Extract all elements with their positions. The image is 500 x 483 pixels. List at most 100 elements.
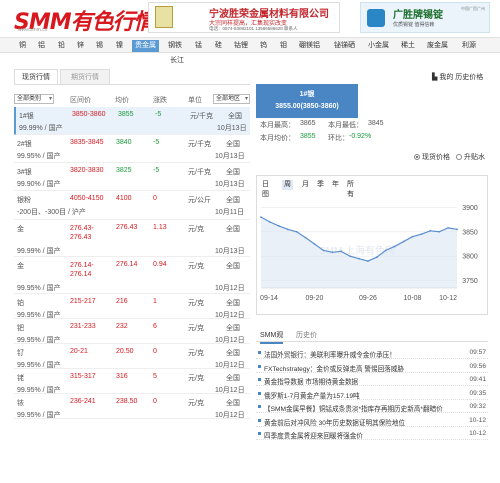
nav-item[interactable]: 镍 bbox=[116, 40, 123, 52]
table-row[interactable]: 1#银 3850-3860 3855 -5 元/千克 全国 99.99% / 国产 10月13… bbox=[14, 107, 250, 135]
nav-item[interactable]: 钴锂 bbox=[234, 40, 248, 52]
nav-item[interactable]: 锰 bbox=[195, 40, 202, 52]
data-point[interactable] bbox=[340, 250, 343, 253]
nav-item[interactable]: 稀土 bbox=[401, 40, 415, 52]
news-item[interactable]: 四季度贵金属将迎来回暖将强金价 10-12 bbox=[256, 427, 488, 440]
news-title[interactable]: 四季度贵金属将迎来回暖将强金价 bbox=[264, 430, 450, 440]
data-point[interactable] bbox=[367, 260, 369, 263]
period-all[interactable]: 所有 bbox=[345, 180, 356, 198]
table-row[interactable]: 钌 20-21 20.50 0 元/克 全国 99.95% / 国产 10月12日 bbox=[14, 344, 250, 369]
data-point[interactable] bbox=[313, 243, 316, 245]
nav-item[interactable]: 铜 bbox=[19, 40, 26, 52]
data-point[interactable] bbox=[429, 229, 432, 232]
data-point[interactable] bbox=[295, 230, 298, 233]
data-point[interactable] bbox=[384, 249, 387, 252]
bullet-icon bbox=[258, 351, 261, 354]
news-title[interactable]: 黄金指导数据 市场期待黄金数据 bbox=[264, 376, 450, 386]
data-point[interactable] bbox=[420, 233, 423, 236]
data-point[interactable] bbox=[456, 228, 458, 231]
data-point[interactable] bbox=[447, 226, 449, 229]
news-item[interactable]: 黄金指导数据 市场期待黄金数据 09:41 bbox=[256, 373, 488, 386]
nav-item[interactable]: 锡 bbox=[96, 40, 103, 52]
region-select[interactable]: 全部地区 bbox=[213, 94, 250, 104]
news-title[interactable]: 法国外贸银行：美联利率曝升威令金价承压！ bbox=[264, 349, 450, 359]
table-row[interactable]: 银粉 4050-4150 4100 0 元/公斤 全国 -200目、-300目 / 沪产 10… bbox=[14, 191, 250, 220]
period-quarter[interactable]: 季 bbox=[315, 180, 326, 190]
data-point[interactable] bbox=[358, 257, 360, 260]
table-header: 全部类别 区间价 均价 涨跌 单位 全部地区 bbox=[14, 92, 250, 106]
x-tick-label: 09-20 bbox=[306, 295, 324, 302]
news-item[interactable]: 黄金前后对冲风险 30年历史数据证明其保险地位 10-12 bbox=[256, 414, 488, 427]
news-title[interactable]: FXTechstrategy：金价或反弹走高 警惕回落威胁 bbox=[264, 363, 450, 373]
nav-item[interactable]: 利源 bbox=[462, 40, 476, 52]
table-row[interactable]: 铑 315-317 316 5 元/克 全国 99.95% / 国产 10月12日 bbox=[14, 369, 250, 394]
news-item[interactable]: FXTechstrategy：金价或反弹走高 警惕回落威胁 09:56 bbox=[256, 360, 488, 373]
table-row[interactable]: 铱 236-241 238.50 0 元/克 全国 99.95% / 国产 10月12日 bbox=[14, 394, 250, 419]
nav-item[interactable]: 钨 bbox=[260, 40, 267, 52]
data-point[interactable] bbox=[260, 216, 262, 219]
radio-premium[interactable]: 升贴水 bbox=[456, 152, 485, 162]
table-row[interactable]: 2#银 3835-3845 3840 -5 元/千克 全国 99.95% / 国产 10月13… bbox=[14, 135, 250, 163]
period-week[interactable]: 周 bbox=[282, 180, 293, 190]
history-price-link[interactable]: ▙ 我的 历史价格 bbox=[432, 72, 483, 82]
data-point[interactable] bbox=[322, 249, 325, 252]
data-point[interactable] bbox=[375, 256, 378, 259]
period-month[interactable]: 月 bbox=[300, 180, 311, 190]
tab-spot[interactable]: 现货行情 bbox=[14, 69, 58, 85]
nav-item-active[interactable]: 贵金属 bbox=[132, 40, 159, 52]
period-year[interactable]: 年 bbox=[330, 180, 341, 190]
mom-label: 环比： bbox=[328, 135, 349, 142]
nav-item[interactable]: 铅 bbox=[58, 40, 65, 52]
price-range: 4050-4150 bbox=[70, 195, 104, 202]
news-title[interactable]: 俄罗斯1-7月黄金产量为157.19吨 bbox=[264, 390, 450, 400]
data-point[interactable] bbox=[331, 251, 334, 254]
data-point[interactable] bbox=[411, 235, 414, 238]
category-select[interactable]: 全部类别 bbox=[14, 94, 54, 104]
unit: 元/克 bbox=[188, 226, 204, 233]
banner-ad-guangsheng[interactable]: 广胜牌锡锭 优质锡锭 值得信赖 中国广西广州 bbox=[360, 2, 490, 33]
data-point[interactable] bbox=[402, 240, 405, 243]
data-point[interactable] bbox=[286, 228, 289, 231]
nav-item[interactable]: 钢铁 bbox=[168, 40, 182, 52]
radio-label: 升贴水 bbox=[464, 154, 485, 161]
nav-item[interactable]: 铋锑硒 bbox=[334, 40, 355, 52]
news-item[interactable]: 【SMM金属早餐】铜锰成条贵淡*指库存再期历史新高*翻暗价 09:32 bbox=[256, 400, 488, 413]
data-point[interactable] bbox=[393, 245, 396, 248]
banner-ad-shengrong[interactable]: 宁波胜荣金属材料有限公司 大宗同样提高，汇集现实改变 电话：0574-83082… bbox=[148, 2, 340, 33]
nav-item[interactable]: 铝 bbox=[38, 40, 45, 52]
nav-item[interactable]: 小金属 bbox=[368, 40, 389, 52]
table-row[interactable]: 3#银 3820-3830 3825 -5 元/千克 全国 99.90% / 国产 10月13… bbox=[14, 163, 250, 191]
radio-spot-price[interactable]: 现货价格 bbox=[414, 152, 450, 162]
news-item[interactable]: 法国外贸银行：美联利率曝升威令金价承压！ 09:57 bbox=[256, 346, 488, 359]
data-point[interactable] bbox=[304, 236, 307, 239]
nav-item[interactable]: 硅 bbox=[215, 40, 222, 52]
data-point[interactable] bbox=[438, 230, 441, 233]
product-name: 1#银 bbox=[19, 113, 34, 120]
tab-smm-view[interactable]: SMM观 bbox=[260, 330, 284, 344]
nav-item[interactable]: 废金属 bbox=[427, 40, 448, 52]
table-row[interactable]: 铂 215-217 216 1 元/克 全国 99.95% / 国产 10月12日 bbox=[14, 294, 250, 319]
data-point[interactable] bbox=[269, 221, 271, 223]
avg-price: 232 bbox=[116, 323, 128, 330]
nav-sub-item[interactable]: 长江 bbox=[170, 55, 184, 65]
news-title[interactable]: 黄金前后对冲风险 30年历史数据证明其保险地位 bbox=[264, 417, 450, 427]
table-row[interactable]: 金 276.43-276.43 276.43 1.13 元/克 全国 99.99% / 国产… bbox=[14, 220, 250, 257]
site-header: SMM有色行情 www.smm.cn 宁波胜荣金属材料有限公司 大宗同样提高，汇… bbox=[0, 0, 500, 36]
unit: 元/千克 bbox=[188, 141, 211, 148]
tab-history-price[interactable]: 历史价 bbox=[296, 330, 317, 340]
nav-item[interactable]: 锌 bbox=[77, 40, 84, 52]
data-point[interactable] bbox=[277, 225, 280, 227]
table-row[interactable]: 钯 231-233 232 6 元/克 全国 99.95% / 国产 10月12日 bbox=[14, 319, 250, 344]
nav-item[interactable]: 钼 bbox=[280, 40, 287, 52]
unit: 元/克 bbox=[188, 300, 204, 307]
tab-futures[interactable]: 期货行情 bbox=[60, 69, 110, 85]
avg-price: 316 bbox=[116, 373, 128, 380]
nav-item[interactable]: 硼镁铝 bbox=[299, 40, 320, 52]
news-item[interactable]: 俄罗斯1-7月黄金产量为157.19吨 09:35 bbox=[256, 387, 488, 400]
news-title[interactable]: 【SMM金属早餐】铜锰成条贵淡*指库存再期历史新高*翻暗价 bbox=[264, 403, 450, 413]
price-line-chart[interactable]: SMM 上海有色网375038003850390009-14 09-20 09-26… bbox=[257, 192, 487, 316]
data-point[interactable] bbox=[349, 255, 351, 258]
table-row[interactable]: 金 276.14-276.14 276.14 0.94 元/克 全国 99.95% / 国产… bbox=[14, 257, 250, 294]
unit: 元/克 bbox=[188, 325, 204, 332]
period-day[interactable]: 日图 bbox=[260, 180, 271, 198]
